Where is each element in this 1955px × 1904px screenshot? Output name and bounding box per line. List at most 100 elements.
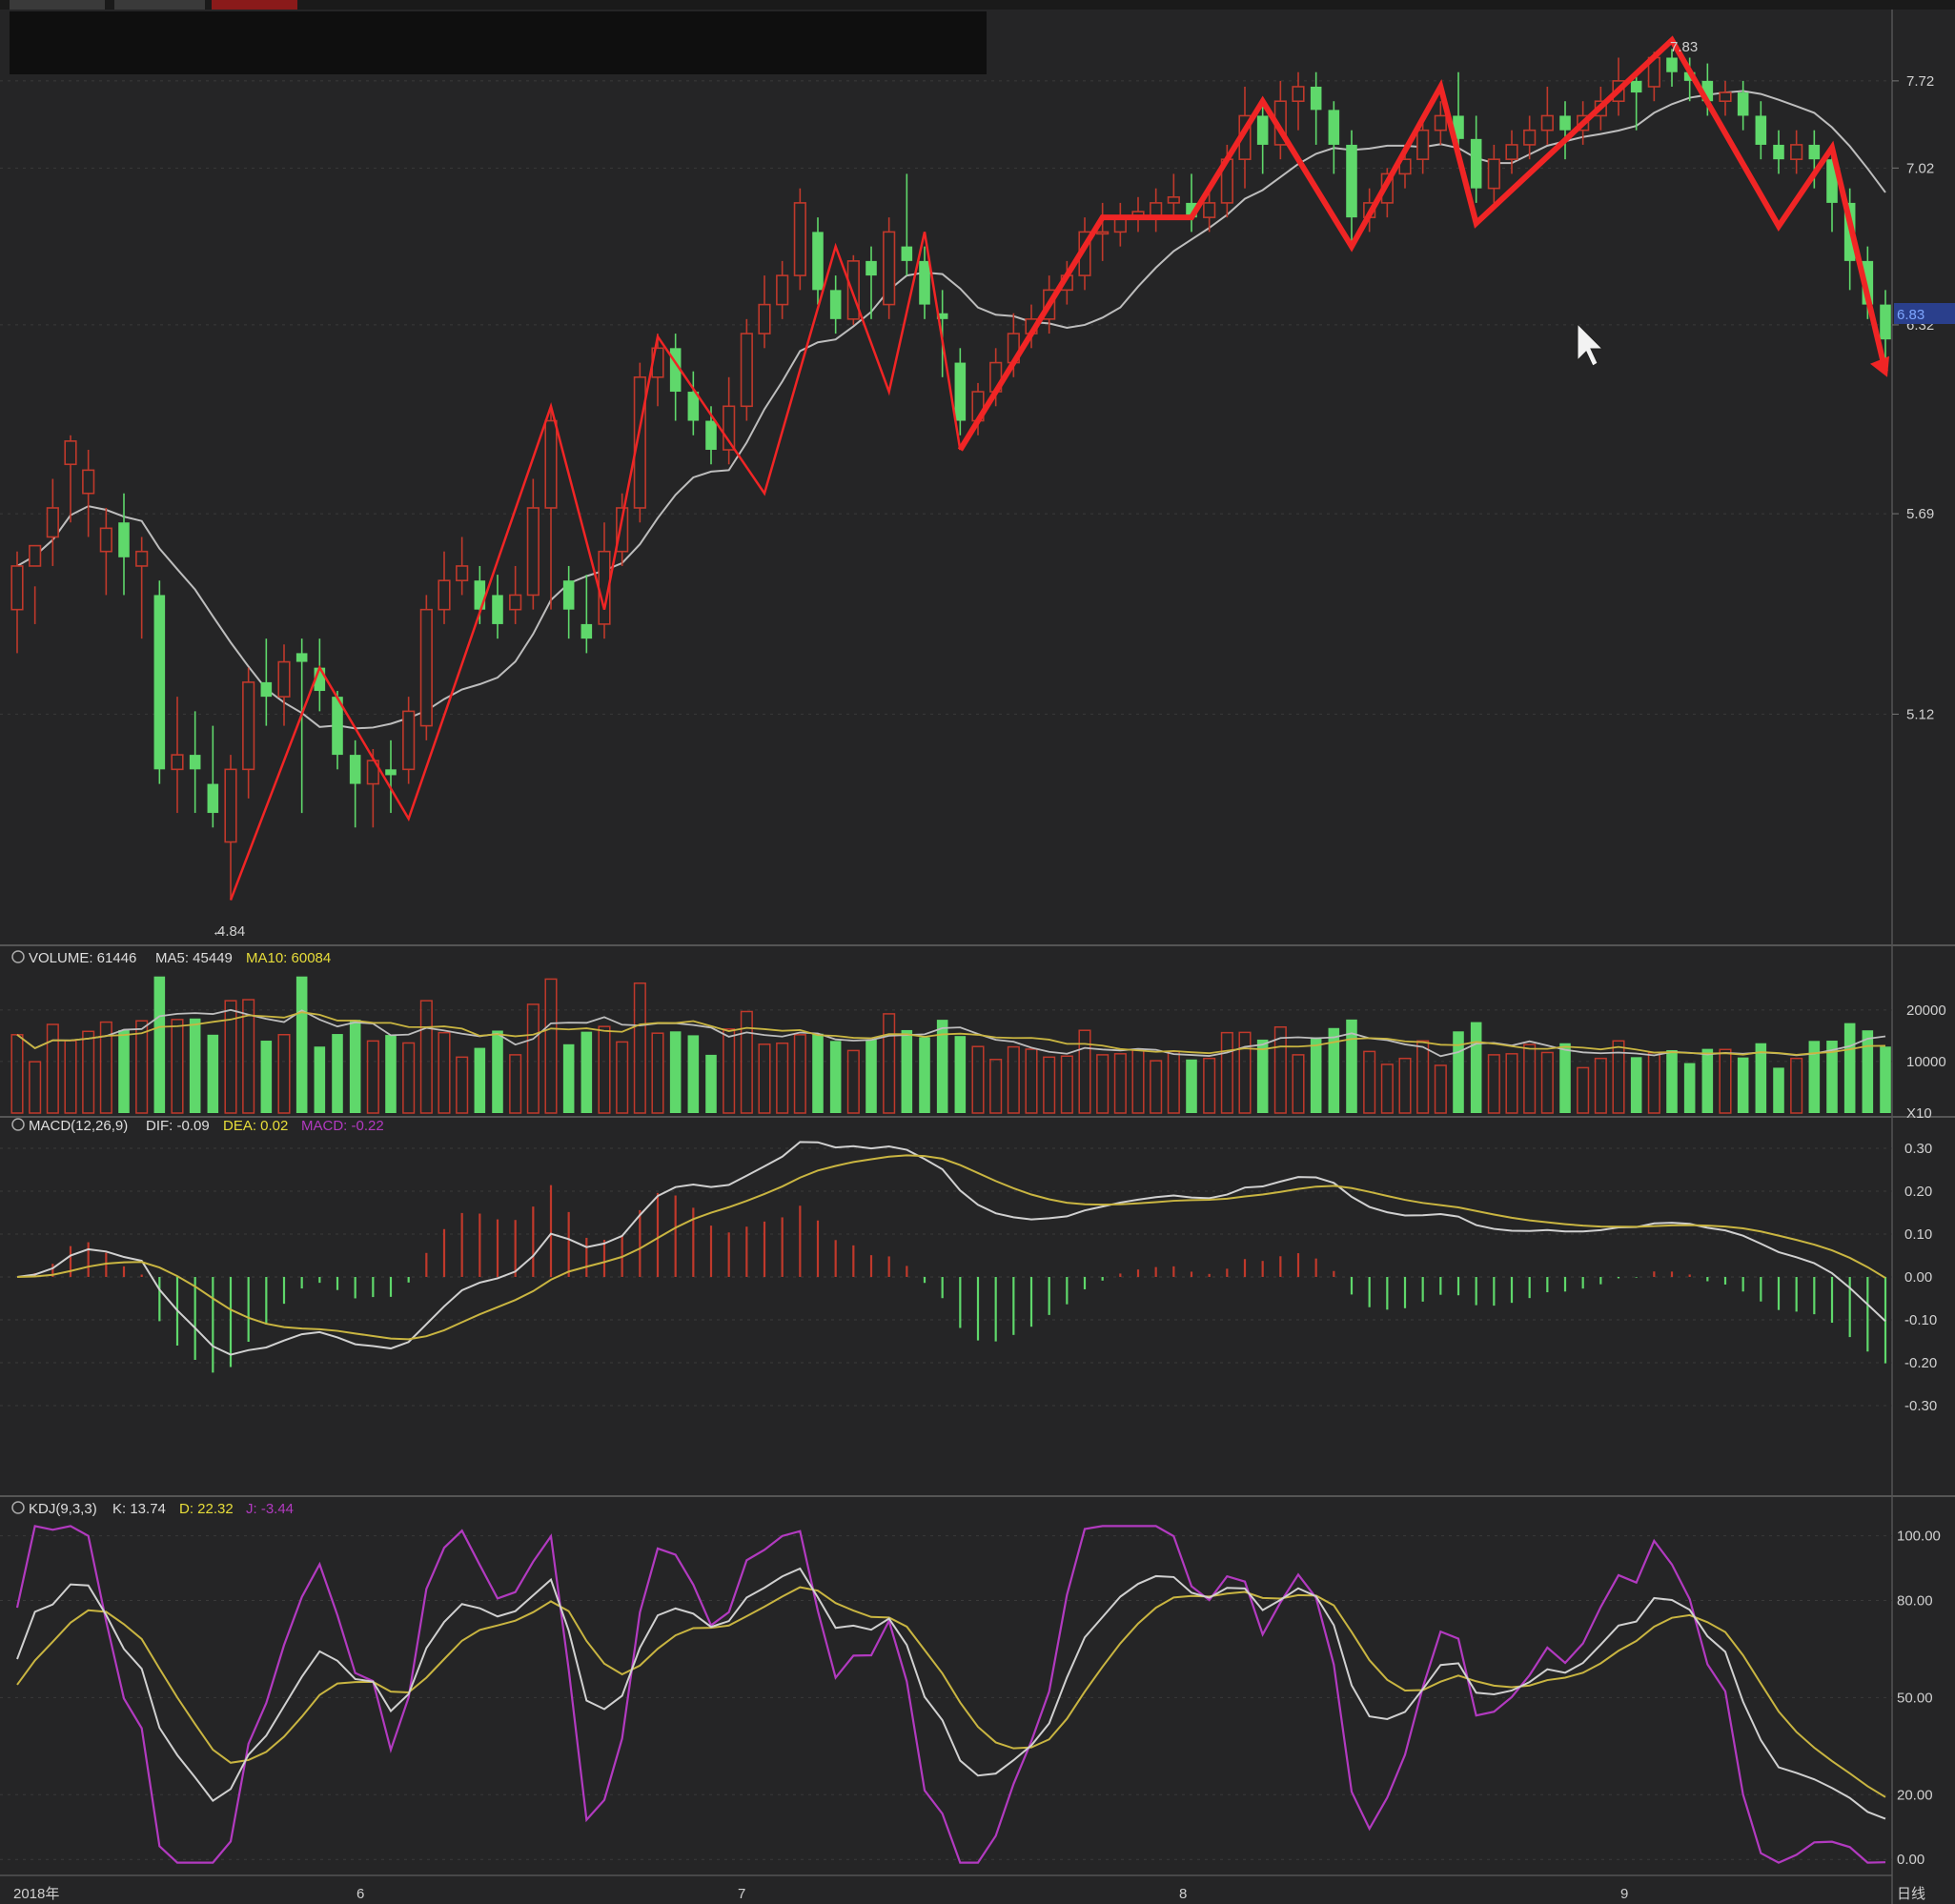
volume-bar-down — [492, 1030, 503, 1113]
candle-body-down — [295, 653, 308, 662]
candle-body-down — [349, 755, 361, 784]
volume-ma5-label: MA5: 45449 — [155, 950, 233, 966]
candle-body-down — [260, 681, 273, 698]
candle-body-down — [1310, 86, 1322, 111]
volume-bar-down — [1186, 1059, 1197, 1113]
tab-1[interactable] — [10, 0, 105, 10]
stock-chart: 7.727.026.325.695.12 4.84 ← 7.83 6.83 VO… — [0, 0, 1955, 1904]
x-label-3: 8 — [1179, 1886, 1187, 1902]
volume-bar-down — [314, 1046, 326, 1113]
candle-body-down — [1880, 304, 1891, 340]
candle-body-down — [1256, 115, 1269, 145]
candle-body-down — [865, 260, 877, 276]
kdj-tick-label: 100.00 — [1897, 1529, 1941, 1545]
macd-legend: MACD(12,26,9) DIF: -0.09 DEA: 0.02 MACD:… — [11, 1118, 384, 1134]
volume-bar-down — [812, 1033, 824, 1113]
last-price-value: 6.83 — [1897, 307, 1924, 323]
volume-bar-down — [919, 1037, 930, 1113]
candle-body-down — [1346, 144, 1357, 218]
price-tick-label: 5.12 — [1906, 706, 1934, 722]
candle-body-down — [1470, 138, 1482, 189]
macd-tick-label: 0.30 — [1904, 1141, 1932, 1157]
kdj-d-label: D: 22.32 — [179, 1501, 234, 1517]
candle-body-up — [277, 660, 291, 698]
candle-body-up — [29, 544, 42, 567]
candle-body-up — [1434, 114, 1447, 132]
candle-body-up — [1292, 86, 1305, 103]
candle-body-down — [705, 420, 717, 451]
candle-body-down — [189, 755, 201, 770]
macd-tick-label: 0.20 — [1904, 1184, 1932, 1200]
candle — [846, 254, 860, 325]
macd-dea-label: DEA: 0.02 — [223, 1118, 288, 1134]
volume-bar-down — [1808, 1041, 1821, 1113]
volume-bar-down — [901, 1029, 913, 1113]
candle-body-up — [1505, 144, 1518, 160]
candle — [153, 580, 166, 784]
volume-bar-down — [118, 1029, 130, 1113]
candle-body-up — [776, 274, 789, 306]
redacted-header-box — [10, 11, 987, 74]
volume-bar-down — [954, 1036, 967, 1113]
candle-body-up — [135, 550, 149, 567]
macd-dif-label: DIF: -0.09 — [146, 1118, 210, 1134]
volume-bar-down — [1755, 1043, 1767, 1113]
candle-body-down — [829, 290, 842, 319]
candle-body-down — [1773, 144, 1784, 160]
volume-ma10-label: MA10: 60084 — [246, 950, 331, 966]
kdj-tick-label: 80.00 — [1897, 1593, 1933, 1610]
volume-bar-down — [1862, 1030, 1874, 1113]
tab-weekly[interactable] — [212, 0, 297, 10]
candle-body-up — [456, 565, 469, 581]
candle-body-down — [1666, 57, 1678, 72]
candle-body-up — [419, 608, 433, 727]
volume-bar-down — [474, 1047, 486, 1113]
candle-body-up — [82, 469, 95, 495]
candle-body-up — [171, 754, 184, 771]
candle-body-down — [562, 580, 575, 610]
candle-body-up — [438, 579, 451, 611]
volume-bar-down — [1843, 1023, 1856, 1113]
volume-bar-down — [153, 976, 166, 1113]
candle-body-down — [580, 623, 593, 639]
macd-title-label: MACD(12,26,9) — [29, 1118, 128, 1134]
candle — [793, 188, 806, 291]
candle-body-up — [99, 527, 112, 553]
price-tick-label: 7.72 — [1906, 73, 1934, 90]
candle-body-up — [46, 507, 59, 538]
candle-body-up — [1096, 231, 1110, 235]
volume-bar-down — [332, 1034, 343, 1113]
volume-bar-down — [1683, 1063, 1696, 1113]
candle-body-up — [224, 768, 237, 843]
candle-body-down — [954, 362, 967, 421]
volume-bar-down — [349, 1020, 361, 1113]
candle-body-down — [153, 595, 166, 770]
macd-tick-label: 0.10 — [1904, 1226, 1932, 1243]
volume-bar-down — [189, 1018, 201, 1113]
volume-bar-down — [207, 1034, 219, 1113]
volume-bar-down — [669, 1031, 682, 1113]
volume-bar-down — [687, 1035, 700, 1113]
candle-body-up — [1540, 114, 1554, 132]
candle-body-down — [1755, 115, 1767, 145]
volume-value-label: VOLUME: 61446 — [29, 950, 136, 966]
candle — [883, 217, 896, 319]
volume-bar-down — [562, 1043, 575, 1113]
candle-body-down — [1559, 115, 1571, 131]
candle-body-up — [544, 419, 558, 509]
volume-bar-down — [1256, 1039, 1269, 1113]
x-label-4: 9 — [1620, 1886, 1628, 1902]
candle — [740, 318, 753, 421]
candle-body-up — [1523, 129, 1537, 146]
volume-bar-down — [385, 1035, 397, 1113]
candle-body-up — [1416, 129, 1430, 160]
candle-body-down — [385, 769, 397, 776]
candle-body-up — [509, 594, 522, 611]
tab-2[interactable] — [114, 0, 205, 10]
x-label-2: 7 — [738, 1886, 745, 1902]
candle-body-up — [740, 333, 753, 408]
volume-tick-label: 20000 — [1906, 1003, 1946, 1019]
price-tick-label: 7.02 — [1906, 160, 1934, 176]
kdj-title-label: KDJ(9,3,3) — [29, 1501, 97, 1517]
kdj-legend: KDJ(9,3,3) K: 13.74 D: 22.32 J: -3.44 — [11, 1501, 294, 1517]
